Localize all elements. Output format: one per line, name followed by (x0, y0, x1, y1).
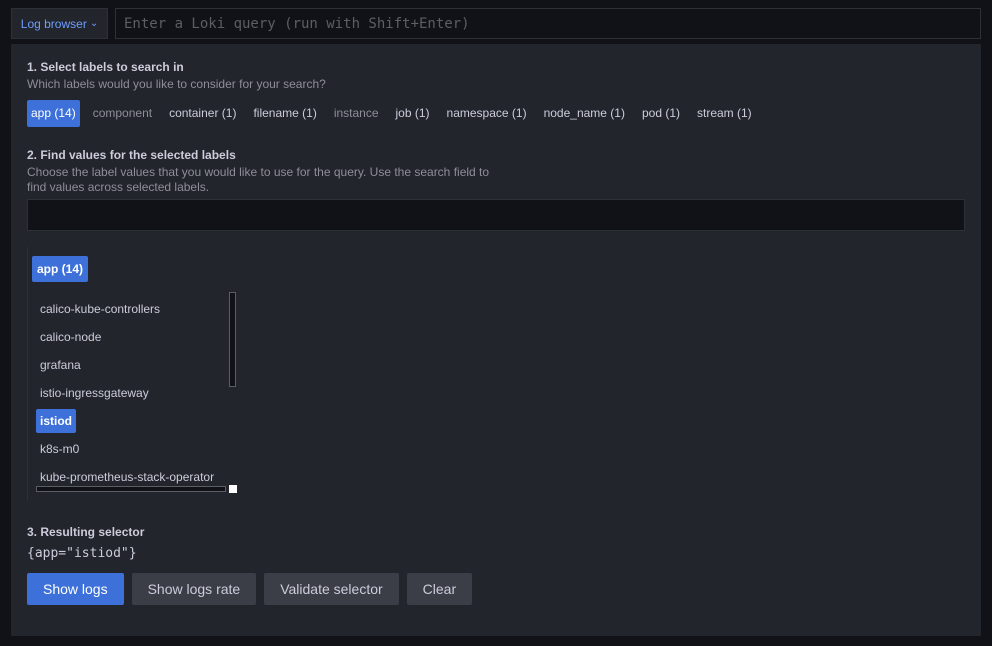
value-search-input[interactable] (27, 199, 965, 231)
chevron-down-icon: ⌄ (89, 17, 99, 29)
label-browser-panel: 1. Select labels to search in Which labe… (11, 44, 981, 636)
query-toolbar: Log browser ⌄ Enter a Loki query (run wi… (11, 8, 981, 40)
scroll-corner (229, 485, 237, 493)
clear-button[interactable]: Clear (406, 573, 473, 605)
resulting-selector: {app="istiod"} (27, 546, 137, 561)
value-item[interactable]: k8s-m0 (36, 435, 236, 463)
validate-selector-button[interactable]: Validate selector (264, 573, 399, 605)
value-item[interactable]: grafana (36, 351, 236, 379)
label-list: app (14) component container (1) filename (… (27, 100, 765, 127)
vertical-scrollbar[interactable] (229, 292, 236, 387)
values-list-container: app (14) calico-kube-controllers calico-n… (27, 247, 240, 501)
value-item[interactable]: istio-ingressgateway (36, 379, 236, 407)
step1-description: Which labels would you like to consider … (27, 77, 326, 91)
value-item[interactable]: calico-kube-controllers (36, 295, 236, 323)
value-list: calico-kube-controllers calico-node grafan… (36, 295, 236, 491)
label-chip[interactable]: app (14) (27, 100, 80, 127)
label-chip[interactable]: container (1) (165, 100, 240, 127)
log-browser-button[interactable]: Log browser ⌄ (11, 8, 108, 39)
label-chip[interactable]: node_name (1) (540, 100, 629, 127)
value-item-label: calico-kube-controllers (40, 302, 161, 316)
label-chip[interactable]: pod (1) (638, 100, 684, 127)
label-chip[interactable]: component (89, 100, 156, 127)
value-item[interactable]: calico-node (36, 323, 236, 351)
step3-title: 3. Resulting selector (27, 525, 145, 539)
label-chip[interactable]: instance (330, 100, 383, 127)
step2-description-line2: find values across selected labels. (27, 180, 210, 194)
step1-title: 1. Select labels to search in (27, 60, 184, 74)
value-item-label: istiod (36, 409, 76, 433)
label-chip[interactable]: namespace (1) (443, 100, 531, 127)
label-chip[interactable]: stream (1) (693, 100, 756, 127)
step2-title: 2. Find values for the selected labels (27, 148, 236, 162)
show-logs-rate-button[interactable]: Show logs rate (131, 573, 257, 605)
log-browser-label: Log browser (20, 16, 87, 31)
value-item-label: grafana (40, 358, 81, 372)
horizontal-scrollbar[interactable] (36, 486, 226, 492)
label-chip[interactable]: job (1) (392, 100, 434, 127)
label-chip[interactable]: filename (1) (249, 100, 320, 127)
value-item-label: istio-ingressgateway (40, 386, 149, 400)
value-item[interactable]: istiod (36, 407, 236, 435)
action-buttons: Show logs Show logs rate Validate select… (27, 573, 473, 605)
value-item-label: k8s-m0 (40, 442, 80, 456)
step2-description-line1: Choose the label values that you would l… (27, 165, 490, 179)
query-placeholder: Enter a Loki query (run with Shift+Enter… (124, 15, 470, 32)
show-logs-button[interactable]: Show logs (27, 573, 124, 605)
value-item-label: calico-node (40, 330, 102, 344)
query-input[interactable]: Enter a Loki query (run with Shift+Enter… (115, 8, 981, 39)
values-header-app[interactable]: app (14) (32, 256, 89, 282)
